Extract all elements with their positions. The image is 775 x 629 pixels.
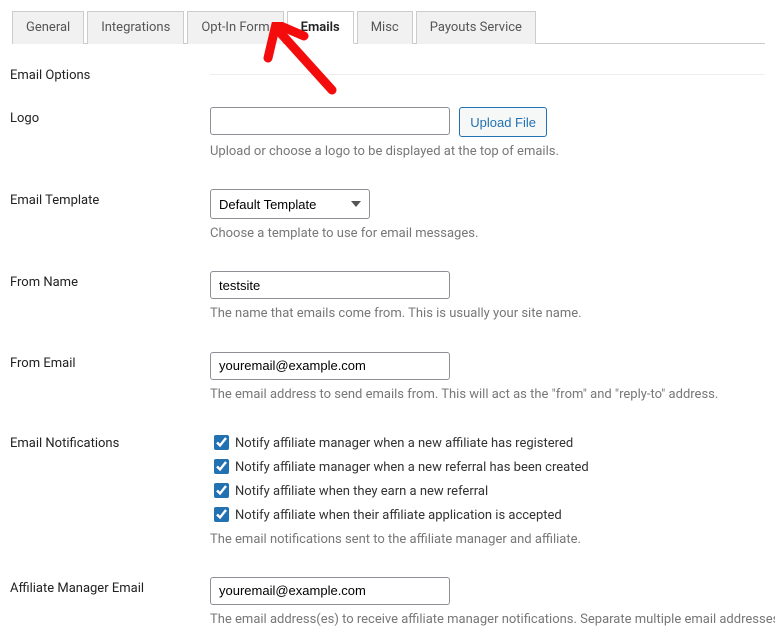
section-divider <box>210 74 765 75</box>
settings-tabs: General Integrations Opt-In Form Emails … <box>12 10 765 44</box>
upload-file-button[interactable]: Upload File <box>459 107 547 137</box>
logo-input[interactable] <box>210 107 450 135</box>
tab-payouts-service[interactable]: Payouts Service <box>416 11 536 44</box>
affiliate-manager-email-hint: The email address(es) to receive affilia… <box>210 611 775 629</box>
notify-option-3[interactable]: Notify affiliate when they earn a new re… <box>210 480 765 501</box>
tab-general[interactable]: General <box>12 11 84 44</box>
from-email-label: From Email <box>10 352 210 371</box>
email-template-select[interactable]: Default Template <box>210 189 370 219</box>
logo-label: Logo <box>10 107 210 126</box>
from-email-input[interactable] <box>210 352 450 380</box>
notify-option-2[interactable]: Notify affiliate manager when a new refe… <box>210 456 765 477</box>
notify-checkbox-3[interactable] <box>214 483 229 498</box>
email-notifications-label: Email Notifications <box>10 432 210 451</box>
affiliate-manager-email-label: Affiliate Manager Email <box>10 577 210 596</box>
logo-hint: Upload or choose a logo to be displayed … <box>210 143 765 161</box>
section-title-email-options: Email Options <box>10 64 210 83</box>
email-notifications-hint: The email notifications sent to the affi… <box>210 531 765 549</box>
tab-emails[interactable]: Emails <box>287 11 354 44</box>
from-name-input[interactable] <box>210 271 450 299</box>
notify-option-1[interactable]: Notify affiliate manager when a new affi… <box>210 432 765 453</box>
tab-optin-form[interactable]: Opt-In Form <box>187 11 283 44</box>
email-template-hint: Choose a template to use for email messa… <box>210 225 765 243</box>
tab-misc[interactable]: Misc <box>357 11 413 44</box>
notify-option-4[interactable]: Notify affiliate when their affiliate ap… <box>210 504 765 525</box>
affiliate-manager-email-input[interactable] <box>210 577 450 605</box>
notify-checkbox-2[interactable] <box>214 459 229 474</box>
email-template-label: Email Template <box>10 189 210 208</box>
notify-checkbox-4[interactable] <box>214 507 229 522</box>
notify-checkbox-1[interactable] <box>214 435 229 450</box>
tab-integrations[interactable]: Integrations <box>87 11 184 44</box>
from-name-label: From Name <box>10 271 210 290</box>
from-name-hint: The name that emails come from. This is … <box>210 305 765 323</box>
from-email-hint: The email address to send emails from. T… <box>210 386 765 404</box>
